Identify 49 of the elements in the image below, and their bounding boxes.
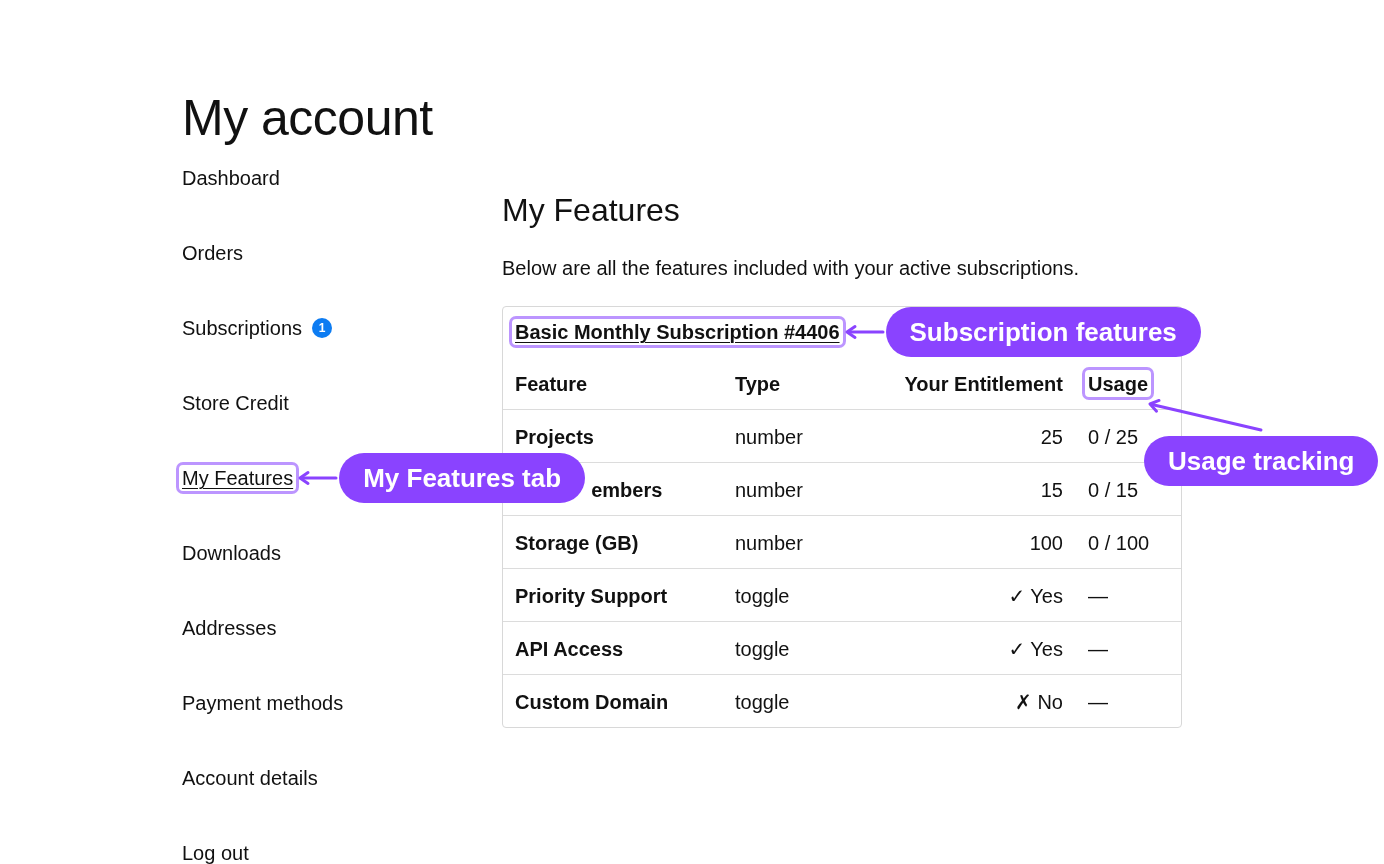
table-cell: — bbox=[1088, 637, 1108, 660]
arrow-icon bbox=[298, 471, 338, 485]
table-cell: Custom Domain bbox=[515, 690, 669, 713]
annotation-callout: My Features tab bbox=[339, 453, 586, 503]
table-cell: 0 / 25 bbox=[1088, 425, 1139, 448]
table-cell: 15 bbox=[1040, 478, 1063, 501]
table-cell: embers bbox=[591, 478, 663, 501]
table-cell: — bbox=[1088, 690, 1108, 713]
column-header: Usage bbox=[1088, 373, 1149, 396]
table-cell: number bbox=[735, 478, 803, 501]
nav-link[interactable]: My Features bbox=[182, 467, 294, 489]
arrow-icon bbox=[1148, 399, 1263, 432]
table-cell: number bbox=[735, 425, 803, 448]
table-cell: — bbox=[1088, 584, 1108, 607]
table-cell: toggle bbox=[735, 690, 790, 713]
table-cell: 0 / 100 bbox=[1088, 531, 1150, 554]
nav-link[interactable]: Log out bbox=[182, 842, 249, 864]
column-header: Type bbox=[735, 372, 781, 395]
table-cell: 0 / 15 bbox=[1088, 478, 1139, 501]
table-cell: 100 bbox=[1029, 531, 1063, 554]
table-cell: Storage (GB) bbox=[515, 531, 639, 554]
arrow-icon bbox=[845, 325, 885, 339]
table-cell: 25 bbox=[1040, 425, 1063, 448]
column-header: Feature bbox=[515, 372, 588, 395]
nav-link[interactable]: Addresses bbox=[182, 617, 277, 639]
nav-link[interactable]: Store Credit bbox=[182, 392, 289, 414]
nav-link[interactable]: Subscriptions bbox=[182, 317, 303, 339]
table-cell: ✓ Yes bbox=[1008, 584, 1063, 607]
nav-link[interactable]: Payment methods bbox=[182, 692, 344, 714]
table-cell: Projects bbox=[515, 425, 594, 448]
table-cell: API Access bbox=[515, 637, 624, 660]
intro-text: Below are all the features included with your active subscriptions. bbox=[502, 256, 1080, 281]
nav-link[interactable]: Dashboard bbox=[182, 167, 280, 189]
table-cell: number bbox=[735, 531, 803, 554]
table-cell: toggle bbox=[735, 584, 790, 607]
page-title: My account bbox=[182, 89, 434, 148]
section-heading: My Features bbox=[502, 191, 681, 230]
annotation-callout: Subscription features bbox=[885, 307, 1201, 357]
nav-link[interactable]: Orders bbox=[182, 242, 244, 264]
table-cell: ✓ Yes bbox=[1008, 637, 1063, 660]
table-cell: toggle bbox=[735, 637, 790, 660]
count-badge: 1 bbox=[312, 318, 333, 338]
table-cell: Priority Support bbox=[515, 584, 668, 607]
subscription-link[interactable]: Basic Monthly Subscription #4406 bbox=[515, 321, 840, 343]
annotation-callout: Usage tracking bbox=[1144, 436, 1379, 487]
nav-link[interactable]: Downloads bbox=[182, 542, 281, 564]
column-header: Your Entitlement bbox=[904, 372, 1063, 395]
nav-link[interactable]: Account details bbox=[182, 767, 318, 789]
table-cell: ✗ No bbox=[1015, 690, 1063, 713]
